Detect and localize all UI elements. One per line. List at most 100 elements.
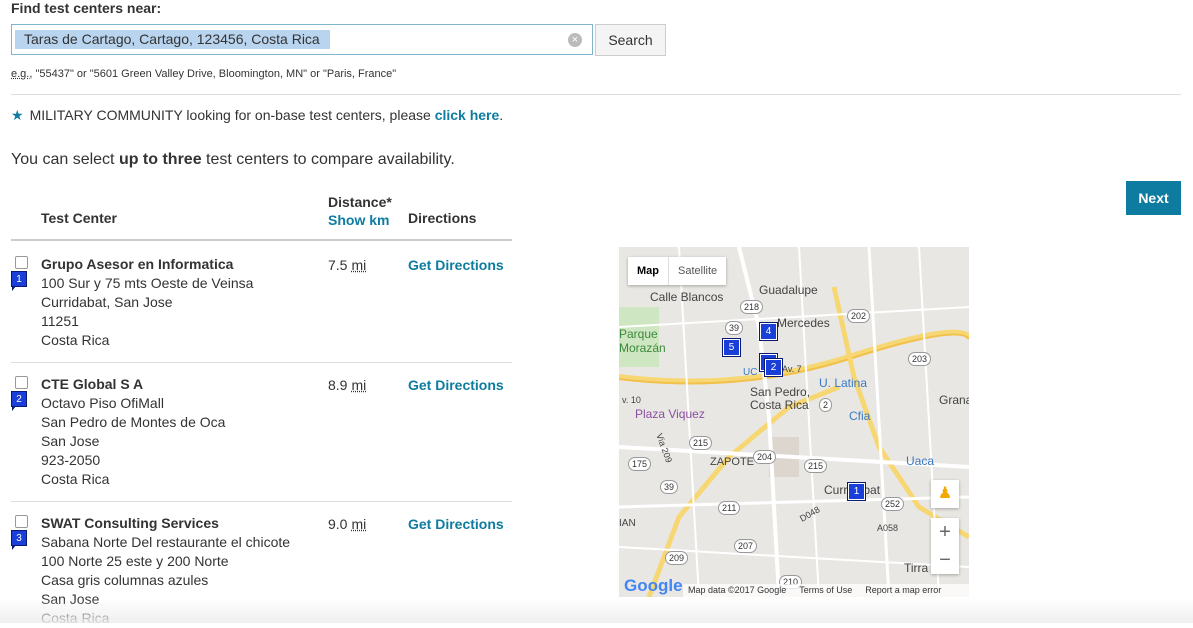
compare-suffix: test centers to compare availability. <box>201 151 455 168</box>
route-shield: 215 <box>804 459 828 473</box>
center-name: SWAT Consulting Services <box>41 515 219 531</box>
street-view-pegman-icon[interactable]: ♟ <box>931 480 959 508</box>
row-divider <box>11 501 512 502</box>
map-type-satellite[interactable]: Satellite <box>669 257 726 285</box>
route-shield: 211 <box>718 501 741 515</box>
next-button[interactable]: Next <box>1126 181 1181 215</box>
map-label: UC <box>743 367 758 378</box>
eg-abbr: e.g., <box>11 68 33 80</box>
clear-icon[interactable]: × <box>568 33 582 47</box>
map-label: U. Latina <box>819 376 868 390</box>
marker-2-icon: 2 <box>11 391 27 411</box>
address-line: Casa gris columnas azules <box>41 572 209 588</box>
eg-text: "55437" or "5601 Green Valley Drive, Blo… <box>32 68 397 80</box>
header-divider <box>11 239 512 241</box>
report-error-link[interactable]: Report a map error <box>865 585 941 595</box>
show-km-link[interactable]: Show km <box>328 212 389 228</box>
map-label: Mercedes <box>777 316 830 330</box>
marker-3-icon: 3 <box>11 530 27 550</box>
search-button[interactable]: Search <box>595 24 666 56</box>
military-text: MILITARY COMMUNITY looking for on-base t… <box>29 107 435 123</box>
select-checkbox-3[interactable] <box>15 515 28 528</box>
map-type-toggle[interactable]: Map Satellite <box>628 257 727 285</box>
compare-bold: up to three <box>118 151 202 168</box>
route-shield: 203 <box>908 352 932 366</box>
map-marker-5[interactable]: 5 <box>722 338 741 357</box>
map-attribution: Map data ©2017 Google Terms of Use Report … <box>683 584 969 597</box>
map-label: Cfia <box>849 409 871 423</box>
map-label: ZAPOTE <box>710 456 755 468</box>
get-directions-link[interactable]: Get Directions <box>408 257 504 273</box>
distance-number: 8.9 <box>328 377 348 393</box>
map-data-text: Map data ©2017 Google <box>688 585 787 595</box>
military-notice: ★ MILITARY COMMUNITY looking for on-base … <box>11 107 503 124</box>
search-input-value: Taras de Cartago, Cartago, 123456, Costa… <box>15 30 330 49</box>
compare-prefix: You can select <box>11 151 119 168</box>
military-link[interactable]: click here <box>435 107 500 123</box>
center-name: CTE Global S A <box>41 376 144 392</box>
terms-link[interactable]: Terms of Use <box>799 585 852 595</box>
military-suffix: . <box>499 107 504 123</box>
distance-value: 9.0 mi <box>328 516 366 532</box>
map-label: Calle Blancos <box>650 290 724 304</box>
map-label: Costa Rica <box>750 398 809 412</box>
map[interactable]: Map Satellite Calle Blancos Guadalupe Me… <box>619 247 969 597</box>
star-icon: ★ <box>11 107 24 123</box>
table-row: CTE Global S A Octavo Piso OfiMall San P… <box>41 375 225 489</box>
map-marker-2[interactable]: 2 <box>764 358 783 377</box>
route-shield: 218 <box>740 300 764 314</box>
map-label: A058 <box>877 523 899 533</box>
route-shield: 215 <box>689 436 713 450</box>
map-label: San Pedro, <box>750 385 811 399</box>
route-shield: 252 <box>881 497 905 511</box>
marker-1-icon: 1 <box>11 271 27 291</box>
address-line: Octavo Piso OfiMall <box>41 395 164 411</box>
table-row: Grupo Asesor en Informatica 100 Sur y 75… <box>41 255 253 350</box>
route-shield: 39 <box>660 480 679 494</box>
get-directions-link[interactable]: Get Directions <box>408 516 504 532</box>
distance-unit: mi <box>351 516 367 532</box>
distance-unit: mi <box>351 377 367 393</box>
select-checkbox-2[interactable] <box>15 376 28 389</box>
map-type-map[interactable]: Map <box>628 257 669 285</box>
compare-instructions: You can select up to three test centers … <box>11 151 455 169</box>
address-line: 100 Norte 25 este y 200 Norte <box>41 553 229 569</box>
map-label: Av. 7 <box>782 364 802 374</box>
distance-number: 9.0 <box>328 516 348 532</box>
map-marker-4[interactable]: 4 <box>759 322 778 341</box>
search-input[interactable]: Taras de Cartago, Cartago, 123456, Costa… <box>11 24 593 55</box>
route-shield: 2 <box>819 398 833 412</box>
zoom-in-button[interactable]: + <box>931 518 959 546</box>
center-name: Grupo Asesor en Informatica <box>41 256 234 272</box>
route-shield: 207 <box>734 539 758 553</box>
map-marker-1[interactable]: 1 <box>847 482 866 501</box>
zoom-out-button[interactable]: − <box>931 546 959 574</box>
zoom-control[interactable]: + − <box>931 518 959 574</box>
route-shield: 204 <box>753 450 777 464</box>
distance-value: 8.9 mi <box>328 377 366 393</box>
map-label: Grana <box>939 393 969 407</box>
route-shield: 209 <box>665 551 689 565</box>
address-line: 11251 <box>41 313 79 329</box>
route-shield: 202 <box>847 309 871 323</box>
address-line: San Jose <box>41 433 100 449</box>
address-line: 100 Sur y 75 mts Oeste de Veinsa <box>41 275 254 291</box>
find-label: Find test centers near: <box>11 0 162 16</box>
search-example: e.g., "55437" or "5601 Green Valley Driv… <box>11 68 396 80</box>
map-label: Plaza Viquez <box>635 407 705 421</box>
address-line: Curridabat, San Jose <box>41 294 173 310</box>
header-distance: Distance* <box>328 194 392 210</box>
get-directions-link[interactable]: Get Directions <box>408 377 504 393</box>
map-label: v. 10 <box>622 395 641 405</box>
bottom-fade <box>0 598 1193 623</box>
address-line: Costa Rica <box>41 471 110 487</box>
map-label: Uaca <box>906 454 935 468</box>
header-directions: Directions <box>408 210 477 226</box>
row-divider <box>11 362 512 363</box>
distance-number: 7.5 <box>328 257 348 273</box>
map-label: Morazán <box>619 341 666 355</box>
select-checkbox-1[interactable] <box>15 256 28 269</box>
header-test-center: Test Center <box>41 210 117 226</box>
address-line: Costa Rica <box>41 332 110 348</box>
address-line: 923-2050 <box>41 452 101 468</box>
